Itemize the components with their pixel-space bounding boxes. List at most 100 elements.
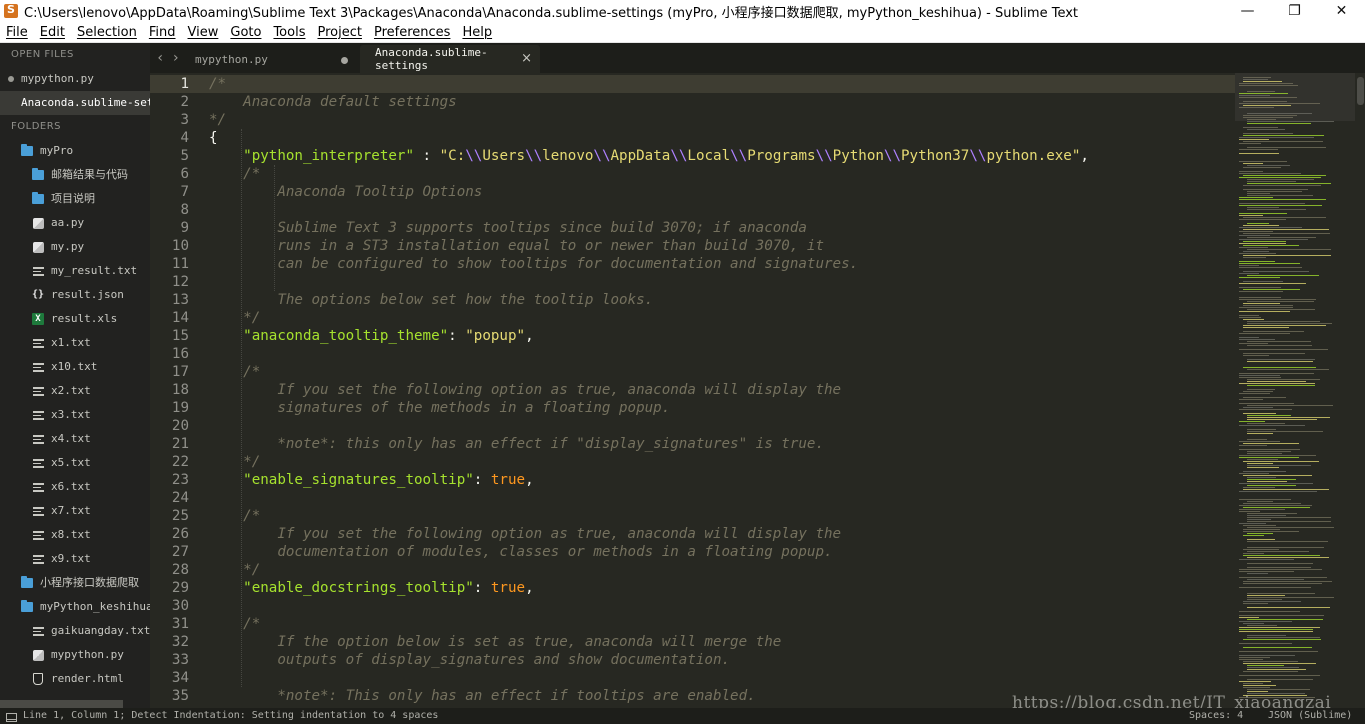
- close-tab-icon[interactable]: ×: [521, 51, 532, 66]
- file-item[interactable]: x6.txt: [0, 475, 150, 499]
- code-line[interactable]: 17 /*: [150, 363, 1235, 381]
- file-item[interactable]: x10.txt: [0, 355, 150, 379]
- code-line[interactable]: 9 Sublime Text 3 supports tooltips since…: [150, 219, 1235, 237]
- code-line[interactable]: 5 "python_interpreter" : "C:\\Users\\len…: [150, 147, 1235, 165]
- syntax-selector[interactable]: JSON (Sublime): [1268, 708, 1352, 724]
- code-line[interactable]: 4{: [150, 129, 1235, 147]
- folder-item[interactable]: myPro: [0, 139, 150, 163]
- code-line[interactable]: 31 /*: [150, 615, 1235, 633]
- code-editor[interactable]: 1/* 2 Anaconda default settings 3 */4{5 "py…: [150, 73, 1235, 708]
- code-line[interactable]: 7 Anaconda Tooltip Options: [150, 183, 1235, 201]
- file-item[interactable]: my.py: [0, 235, 150, 259]
- code-line[interactable]: 16: [150, 345, 1235, 363]
- vertical-scrollbar[interactable]: [1355, 73, 1365, 708]
- code-line[interactable]: 34: [150, 669, 1235, 687]
- close-button[interactable]: ✕: [1318, 0, 1365, 22]
- code-line[interactable]: 10 runs in a ST3 installation equal to o…: [150, 237, 1235, 255]
- minimap-line: [1239, 97, 1297, 98]
- code-line[interactable]: 27 documentation of modules, classes or …: [150, 543, 1235, 561]
- folder-item[interactable]: 项目说明: [0, 187, 150, 211]
- file-item[interactable]: x8.txt: [0, 523, 150, 547]
- chevron-right-icon[interactable]: ›: [173, 50, 179, 66]
- tab-bar: ‹ › mypython.py Anaconda.sublime-setting…: [150, 43, 1365, 73]
- minimap-line: [1247, 385, 1315, 386]
- folder-item[interactable]: 小程序接口数据爬取: [0, 571, 150, 595]
- menu-tools[interactable]: Tools: [267, 25, 311, 40]
- folder-item[interactable]: myPython_keshihua: [0, 595, 150, 619]
- file-item[interactable]: my_result.txt: [0, 259, 150, 283]
- file-item[interactable]: gaikuangday.txt: [0, 619, 150, 643]
- minimize-button[interactable]: —: [1224, 0, 1271, 22]
- sidebar-horizontal-scrollbar[interactable]: [0, 700, 123, 708]
- code-line[interactable]: 24: [150, 489, 1235, 507]
- code-line[interactable]: 33 outputs of display_signatures and sho…: [150, 651, 1235, 669]
- chevron-left-icon[interactable]: ‹: [157, 50, 163, 66]
- minimap-line: [1247, 321, 1320, 322]
- line-number: 8: [180, 202, 189, 218]
- minimap-line: [1243, 671, 1298, 672]
- code-line[interactable]: 8: [150, 201, 1235, 219]
- line-number: 12: [171, 274, 189, 290]
- code-line[interactable]: 28 */: [150, 561, 1235, 579]
- code-line[interactable]: 19 signatures of the methods in a floati…: [150, 399, 1235, 417]
- file-item[interactable]: mypython.py: [0, 643, 150, 667]
- menu-selection[interactable]: Selection: [71, 25, 143, 40]
- file-item[interactable]: aa.py: [0, 211, 150, 235]
- minimap[interactable]: [1235, 73, 1355, 708]
- code-line[interactable]: 18 If you set the following option as tr…: [150, 381, 1235, 399]
- code-line[interactable]: 32 If the option below is set as true, a…: [150, 633, 1235, 651]
- file-item[interactable]: render.html: [0, 667, 150, 691]
- tab-anaconda-settings[interactable]: Anaconda.sublime-settings ×: [360, 45, 540, 73]
- code-line[interactable]: 6 /*: [150, 165, 1235, 183]
- code-line[interactable]: 23 "enable_signatures_tooltip": true,: [150, 471, 1235, 489]
- minimap-line: [1239, 377, 1281, 378]
- file-item[interactable]: x1.txt: [0, 331, 150, 355]
- tree-item-label: result.json: [51, 288, 124, 301]
- menu-edit[interactable]: Edit: [34, 25, 71, 40]
- file-item[interactable]: x5.txt: [0, 451, 150, 475]
- menu-file[interactable]: File: [0, 25, 34, 40]
- open-file-anaconda-settings[interactable]: Anaconda.sublime-settings: [0, 91, 150, 115]
- minimap-line: [1243, 601, 1301, 602]
- modified-dot-icon[interactable]: [341, 57, 348, 64]
- code-line[interactable]: 2 Anaconda default settings: [150, 93, 1235, 111]
- file-item[interactable]: x3.txt: [0, 403, 150, 427]
- code-line[interactable]: 1 /*: [150, 75, 1235, 93]
- menu-project[interactable]: Project: [311, 25, 367, 40]
- folder-icon: [21, 600, 33, 612]
- code-line[interactable]: 25 /*: [150, 507, 1235, 525]
- menu-goto[interactable]: Goto: [224, 25, 267, 40]
- menu-view[interactable]: View: [182, 25, 225, 40]
- code-line[interactable]: 11 can be configured to show tooltips fo…: [150, 255, 1235, 273]
- restore-button[interactable]: ❐: [1271, 0, 1318, 22]
- code-line[interactable]: 29 "enable_docstrings_tooltip": true,: [150, 579, 1235, 597]
- scrollbar-thumb[interactable]: [1357, 77, 1364, 105]
- code-line[interactable]: 3 */: [150, 111, 1235, 129]
- code-text: The options below set how the tooltip lo…: [209, 291, 653, 309]
- code-line[interactable]: 22 */: [150, 453, 1235, 471]
- file-item[interactable]: {} result.json: [0, 283, 150, 307]
- code-line[interactable]: 26 If you set the following option as tr…: [150, 525, 1235, 543]
- code-line[interactable]: 14 */: [150, 309, 1235, 327]
- menu-help[interactable]: Help: [456, 25, 498, 40]
- file-item[interactable]: Xresult.xls: [0, 307, 150, 331]
- code-line[interactable]: 20: [150, 417, 1235, 435]
- panel-toggle-icon[interactable]: [6, 713, 17, 722]
- code-line[interactable]: 15 "anaconda_tooltip_theme": "popup",: [150, 327, 1235, 345]
- code-line[interactable]: 13 The options below set how the tooltip…: [150, 291, 1235, 309]
- file-item[interactable]: x9.txt: [0, 547, 150, 571]
- code-line[interactable]: 12: [150, 273, 1235, 291]
- indentation-setting[interactable]: Spaces: 4: [1189, 708, 1243, 724]
- file-item[interactable]: x2.txt: [0, 379, 150, 403]
- tab-mypython[interactable]: mypython.py: [186, 45, 356, 73]
- menu-find[interactable]: Find: [143, 25, 182, 40]
- file-item[interactable]: x7.txt: [0, 499, 150, 523]
- minimap-line: [1247, 481, 1287, 482]
- minimap-line: [1239, 247, 1268, 248]
- code-line[interactable]: 30: [150, 597, 1235, 615]
- file-item[interactable]: x4.txt: [0, 427, 150, 451]
- code-line[interactable]: 21 *note*: this only has an effect if "d…: [150, 435, 1235, 453]
- menu-preferences[interactable]: Preferences: [368, 25, 456, 40]
- open-file-mypython[interactable]: mypython.py: [0, 67, 150, 91]
- folder-item[interactable]: 邮箱结果与代码: [0, 163, 150, 187]
